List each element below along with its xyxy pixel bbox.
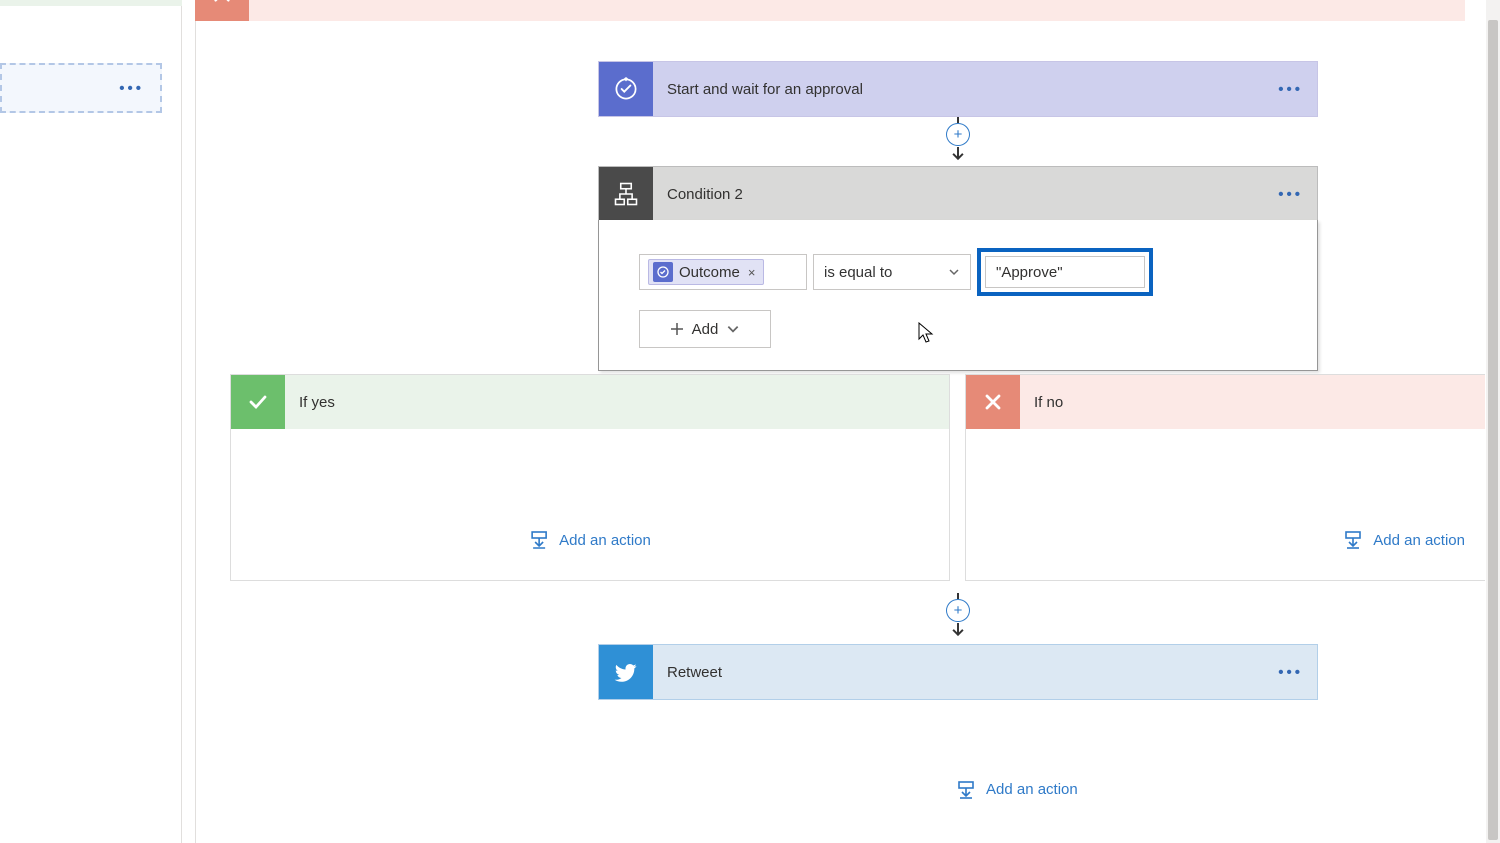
add-label: Add [692, 321, 719, 338]
if-yes-branch: If yes Add an action [230, 374, 950, 581]
if-yes-header: If yes [231, 375, 949, 429]
add-action-button[interactable]: Add an action [956, 766, 1078, 813]
condition-value-highlight: "Approve" [977, 248, 1153, 296]
if-no-branch: If no Add an action [965, 374, 1485, 581]
add-step-button[interactable]: + [946, 599, 970, 623]
condition-value-text: "Approve" [996, 264, 1063, 281]
operator-label: is equal to [824, 264, 892, 281]
add-action-label: Add an action [559, 532, 651, 549]
condition-body: Outcome × is equal to "Approve" Add [598, 220, 1318, 371]
retweet-step-title: Retweet [667, 664, 722, 681]
approval-icon [599, 62, 653, 116]
dynamic-token-outcome[interactable]: Outcome × [648, 259, 764, 285]
condition-icon [599, 167, 653, 221]
chevron-down-icon [948, 266, 960, 278]
condition-operator-select[interactable]: is equal to [813, 254, 971, 290]
condition-step-title: Condition 2 [667, 186, 743, 203]
token-label: Outcome [679, 264, 740, 281]
ellipsis-icon[interactable]: ••• [119, 80, 144, 97]
connector: + [944, 593, 972, 638]
approval-step-card[interactable]: Start and wait for an approval ••• [598, 61, 1318, 117]
condition-step-card[interactable]: Condition 2 ••• [598, 166, 1318, 222]
partial-if-no-header: If no [195, 0, 1465, 21]
add-action-button[interactable]: Add an action [529, 530, 651, 550]
vertical-scrollbar[interactable] [1486, 0, 1500, 843]
add-condition-button[interactable]: Add [639, 310, 771, 348]
condition-value-input[interactable]: "Approve" [985, 256, 1145, 288]
if-yes-label: If yes [299, 394, 335, 411]
x-icon [966, 375, 1020, 429]
add-step-button[interactable]: + [946, 123, 970, 147]
retweet-step-card[interactable]: Retweet ••• [598, 644, 1318, 700]
ellipsis-icon[interactable]: ••• [1278, 664, 1303, 681]
add-action-icon [956, 780, 976, 800]
approval-step-title: Start and wait for an approval [667, 81, 863, 98]
add-action-icon [1343, 530, 1363, 550]
plus-icon [670, 322, 684, 336]
connector: + [944, 117, 972, 162]
check-icon [231, 375, 285, 429]
add-action-label: Add an action [986, 781, 1078, 798]
ellipsis-icon[interactable]: ••• [1278, 186, 1303, 203]
twitter-icon [599, 645, 653, 699]
if-no-header: If no [966, 375, 1485, 429]
flow-canvas: Start and wait for an approval ••• + Con… [195, 21, 1500, 843]
scrollbar-thumb[interactable] [1488, 20, 1498, 840]
left-partial-column: ••• [0, 0, 182, 843]
add-action-label: Add an action [1373, 532, 1465, 549]
condition-left-operand[interactable]: Outcome × [639, 254, 807, 290]
ellipsis-icon[interactable]: ••• [1278, 81, 1303, 98]
if-no-label: If no [1034, 394, 1063, 411]
add-action-icon [529, 530, 549, 550]
x-icon [195, 0, 249, 21]
left-partial-header [0, 0, 182, 6]
add-action-button[interactable]: Add an action [1343, 530, 1465, 550]
approval-token-icon [653, 262, 673, 282]
remove-token-icon[interactable]: × [748, 265, 756, 280]
chevron-down-icon [726, 322, 740, 336]
left-placeholder-card[interactable]: ••• [0, 63, 162, 113]
